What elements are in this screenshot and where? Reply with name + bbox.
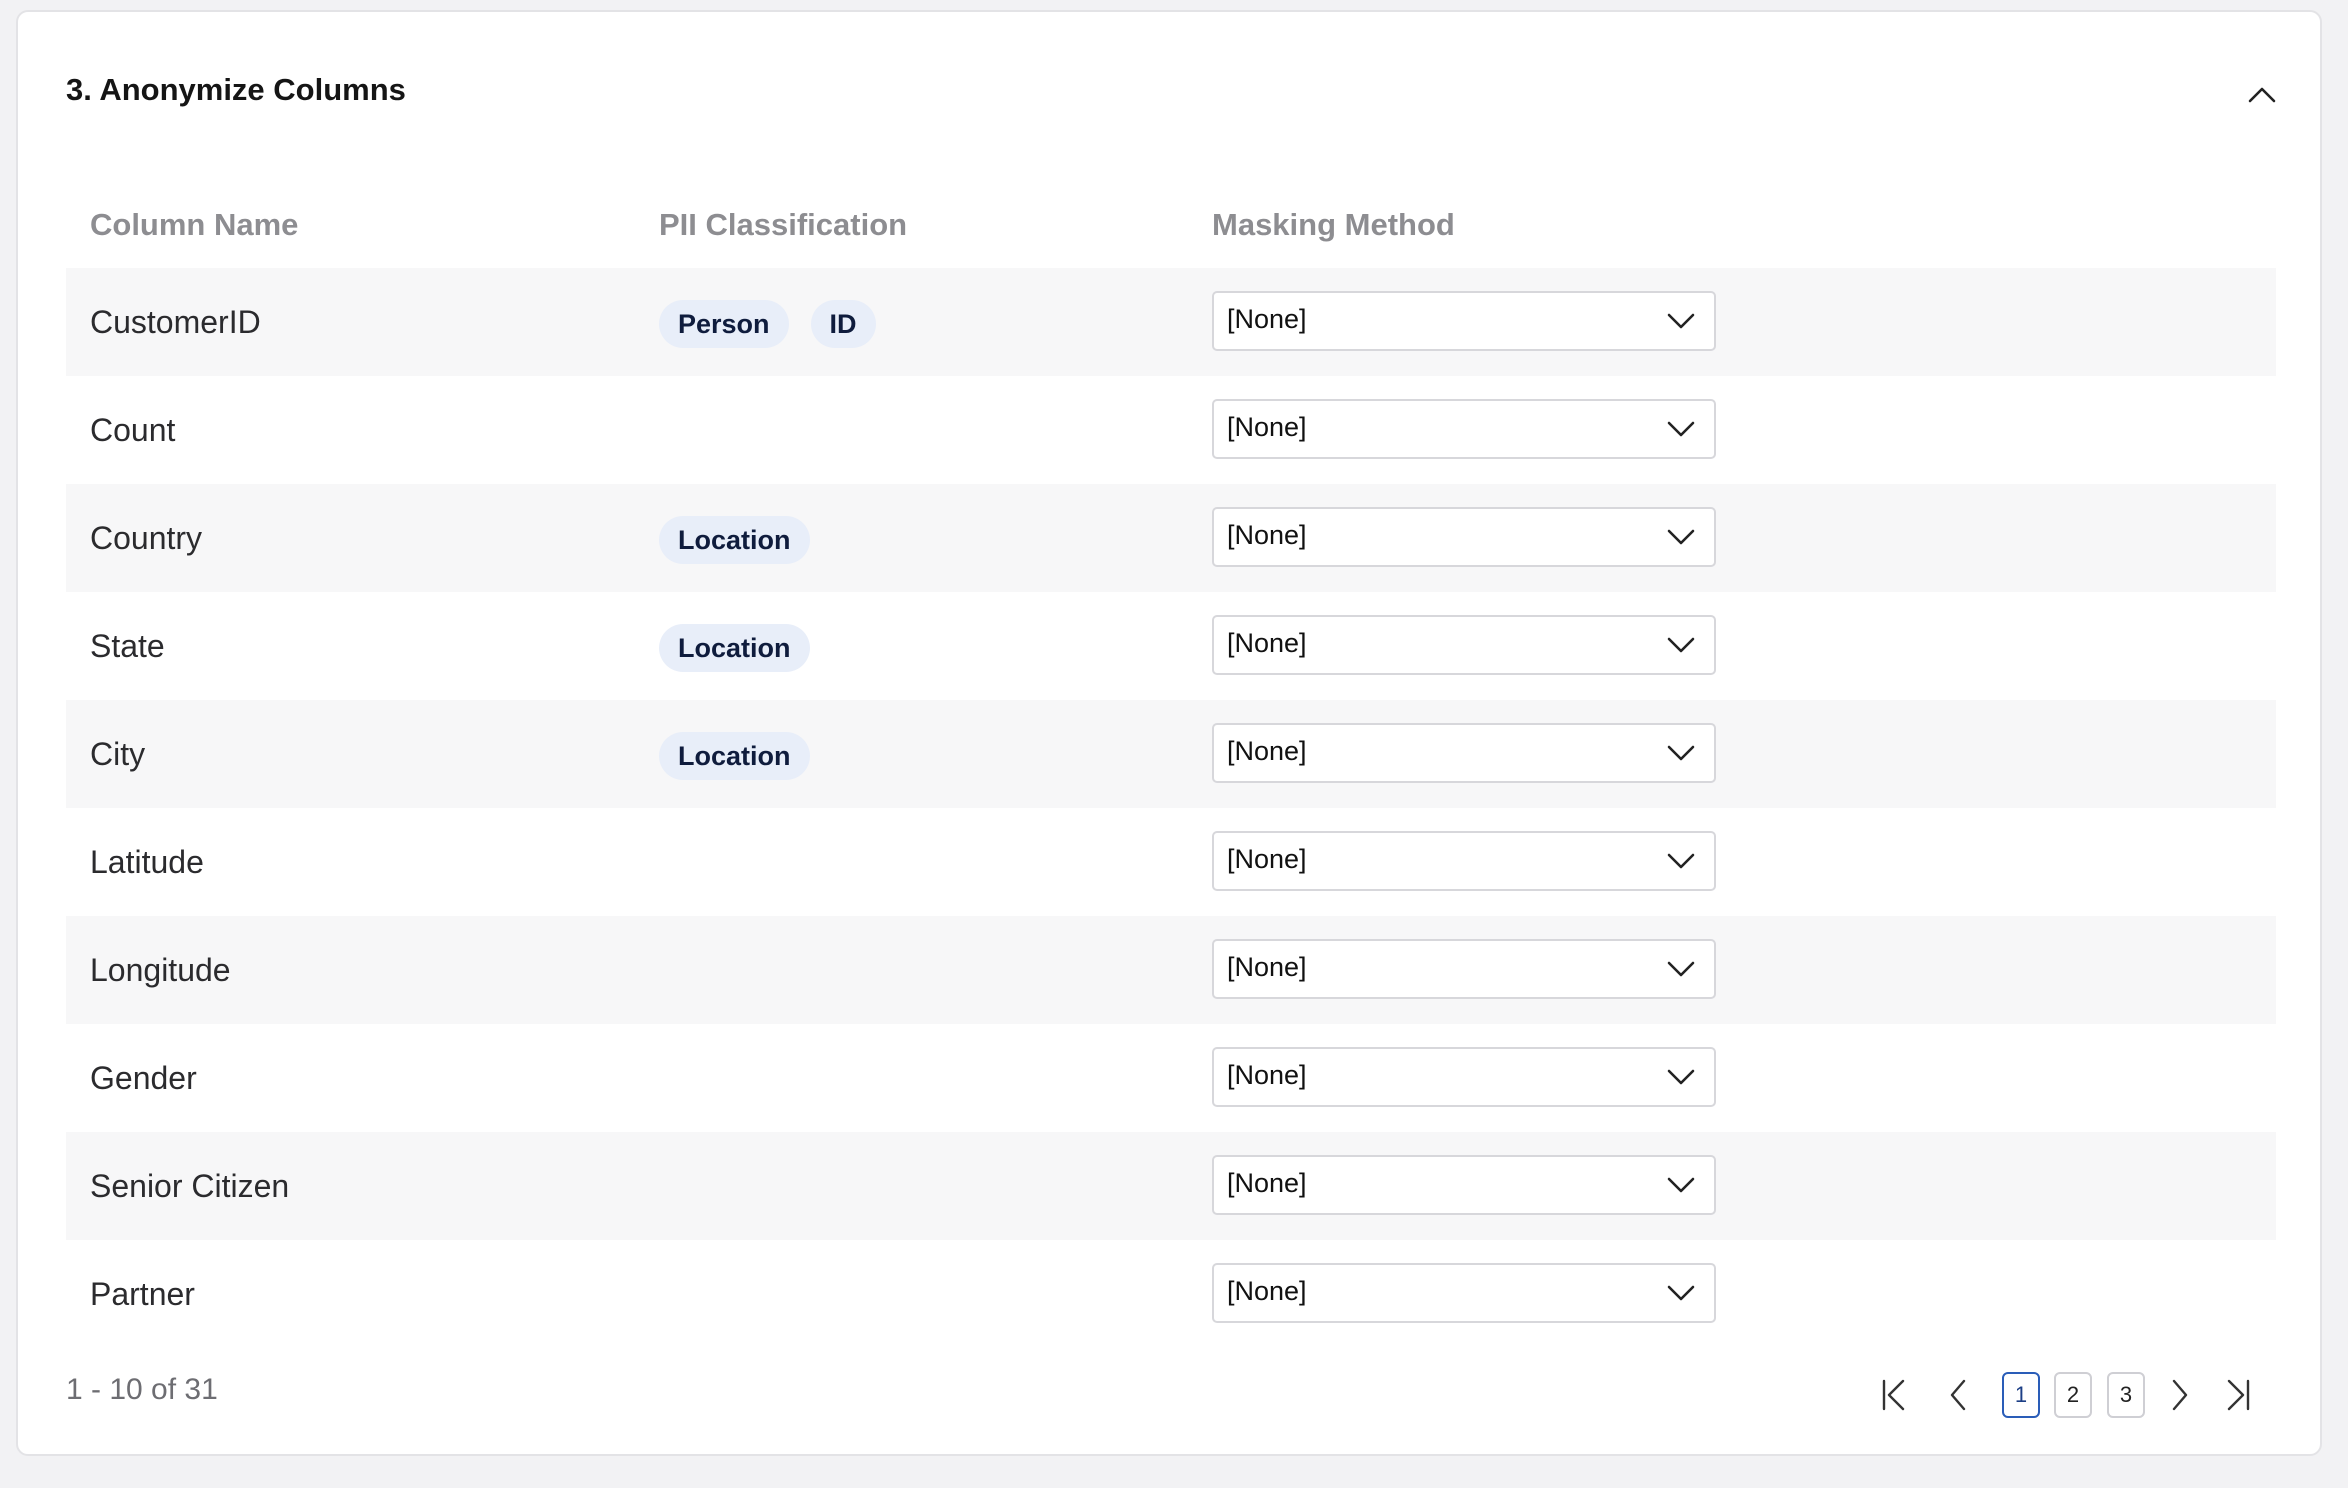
chevron-down-icon — [1667, 1177, 1695, 1193]
chevron-left-icon — [1950, 1379, 1966, 1411]
last-page-button[interactable] — [2218, 1370, 2258, 1420]
masking-method-value: [None] — [1227, 1060, 1307, 1090]
chevron-down-icon — [1667, 1069, 1695, 1085]
page-2-button[interactable]: 2 — [2054, 1372, 2092, 1418]
column-name-cell: Country — [90, 520, 203, 556]
chevron-down-icon — [1667, 961, 1695, 977]
header-masking-method: Masking Method — [1212, 207, 1455, 242]
column-name-cell: Longitude — [90, 952, 231, 988]
page-3-button[interactable]: 3 — [2107, 1372, 2145, 1418]
chevron-down-icon — [1667, 637, 1695, 653]
masking-method-select[interactable]: [None] — [1212, 615, 1716, 675]
page-1-button[interactable]: 1 — [2002, 1372, 2040, 1418]
masking-method-value: [None] — [1227, 1276, 1307, 1306]
column-name-cell: Partner — [90, 1276, 195, 1312]
chevron-down-icon — [1667, 1285, 1695, 1301]
pii-tags: Location — [659, 516, 810, 564]
chevron-down-icon — [1667, 529, 1695, 545]
column-name-cell: Gender — [90, 1060, 197, 1096]
header-column-name: Column Name — [90, 207, 299, 242]
chevron-down-icon — [1667, 421, 1695, 437]
collapse-button[interactable] — [2240, 72, 2284, 116]
masking-method-value: [None] — [1227, 844, 1307, 874]
pii-tags: Location — [659, 732, 810, 780]
table-header: Column Name PII Classification Masking M… — [66, 200, 2276, 250]
section-title: 3. Anonymize Columns — [66, 72, 406, 107]
anonymize-columns-panel: 3. Anonymize Columns Column Name PII Cla… — [16, 10, 2322, 1456]
first-page-icon — [1882, 1379, 1905, 1411]
table-row: State Location [None] — [66, 592, 2276, 700]
masking-method-select[interactable]: [None] — [1212, 507, 1716, 567]
first-page-button[interactable] — [1874, 1370, 1914, 1420]
table-row: Partner [None] — [66, 1240, 2276, 1348]
column-name-cell: State — [90, 628, 165, 664]
column-name-cell: Count — [90, 412, 176, 448]
pii-tag: Location — [659, 516, 810, 564]
header-pii-classification: PII Classification — [659, 207, 908, 242]
masking-method-select[interactable]: [None] — [1212, 1263, 1716, 1323]
last-page-icon — [2227, 1379, 2250, 1411]
chevron-down-icon — [1667, 313, 1695, 329]
table-row: CustomerID Person ID [None] — [66, 268, 2276, 376]
masking-method-value: [None] — [1227, 520, 1307, 550]
next-page-button[interactable] — [2160, 1370, 2200, 1420]
masking-method-value: [None] — [1227, 952, 1307, 982]
chevron-right-icon — [2172, 1379, 2188, 1411]
column-name-cell: City — [90, 736, 146, 772]
table-row: Count [None] — [66, 376, 2276, 484]
previous-page-button[interactable] — [1938, 1370, 1978, 1420]
pii-tag: Location — [659, 624, 810, 672]
pii-tags: Person ID — [659, 300, 876, 348]
table-row: City Location [None] — [66, 700, 2276, 808]
masking-method-select[interactable]: [None] — [1212, 399, 1716, 459]
masking-method-value: [None] — [1227, 1168, 1307, 1198]
masking-method-select[interactable]: [None] — [1212, 939, 1716, 999]
pii-tags: Location — [659, 624, 810, 672]
chevron-down-icon — [1667, 745, 1695, 761]
chevron-up-icon — [2248, 87, 2276, 103]
pagination-summary: 1 - 10 of 31 — [66, 1373, 218, 1406]
masking-method-value: [None] — [1227, 304, 1307, 334]
table-row: Latitude [None] — [66, 808, 2276, 916]
chevron-down-icon — [1667, 853, 1695, 869]
masking-method-select[interactable]: [None] — [1212, 291, 1716, 351]
pii-tag: Person — [659, 300, 789, 348]
table-row: Country Location [None] — [66, 484, 2276, 592]
pii-tag: Location — [659, 732, 810, 780]
masking-method-select[interactable]: [None] — [1212, 723, 1716, 783]
masking-method-select[interactable]: [None] — [1212, 1155, 1716, 1215]
table-row: Gender [None] — [66, 1024, 2276, 1132]
masking-method-value: [None] — [1227, 412, 1307, 442]
masking-method-value: [None] — [1227, 628, 1307, 658]
masking-method-select[interactable]: [None] — [1212, 1047, 1716, 1107]
pii-tag: ID — [810, 300, 876, 348]
table-body: CustomerID Person ID [None] Count [None] Count… — [66, 268, 2276, 1348]
column-name-cell: Latitude — [90, 844, 204, 880]
masking-method-value: [None] — [1227, 736, 1307, 766]
column-name-cell: CustomerID — [90, 304, 261, 340]
table-row: Senior Citizen [None] — [66, 1132, 2276, 1240]
column-name-cell: Senior Citizen — [90, 1168, 290, 1204]
table-row: Longitude [None] — [66, 916, 2276, 1024]
masking-method-select[interactable]: [None] — [1212, 831, 1716, 891]
